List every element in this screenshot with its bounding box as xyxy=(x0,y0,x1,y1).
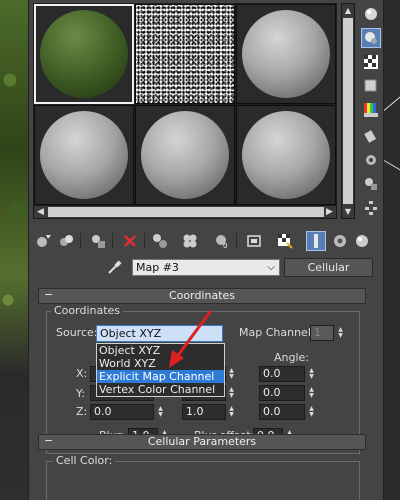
reset-map-icon[interactable] xyxy=(120,231,140,251)
toolbar-separator xyxy=(112,233,113,249)
video-color-check-icon[interactable] xyxy=(361,100,381,120)
put-to-library-icon[interactable] xyxy=(180,231,200,251)
material-map-navigator-icon[interactable] xyxy=(352,231,372,251)
offset-z-field[interactable]: 0.0 xyxy=(90,404,154,420)
collapse-icon[interactable]: − xyxy=(44,434,53,448)
material-navigator-icon[interactable] xyxy=(361,198,381,218)
show-in-viewport-icon[interactable] xyxy=(244,231,264,251)
rollout-header[interactable]: − Coordinates xyxy=(38,288,366,304)
angle-y-spinner[interactable]: ▲ ▼ xyxy=(307,385,316,401)
scroll-right-icon[interactable]: ▶ xyxy=(323,206,336,218)
material-sphere xyxy=(242,10,330,98)
scroll-up-icon[interactable]: ▲ xyxy=(342,4,354,17)
sample-slot-5[interactable] xyxy=(135,105,235,205)
rollout-title: Coordinates xyxy=(168,289,236,302)
cellular-rollout: − Cellular Parameters xyxy=(38,434,366,450)
show-end-result-icon[interactable] xyxy=(275,231,295,251)
rollout-header[interactable]: − Cellular Parameters xyxy=(38,434,366,450)
toolbar-separator xyxy=(236,233,237,249)
put-to-scene-icon[interactable] xyxy=(56,231,76,251)
get-material-icon[interactable] xyxy=(34,231,54,251)
chevron-down-icon[interactable]: ⌵ xyxy=(263,260,279,275)
map-type-button[interactable]: Cellular xyxy=(284,258,373,277)
sample-slot-3[interactable] xyxy=(236,4,336,104)
x-label: X: xyxy=(76,367,88,380)
collapse-icon[interactable]: − xyxy=(44,288,53,302)
angle-y-field[interactable]: 0.0 xyxy=(259,385,305,401)
group-title: Coordinates xyxy=(51,305,124,317)
sample-slot-6[interactable] xyxy=(236,105,336,205)
select-by-material-icon[interactable] xyxy=(361,174,381,194)
z-label: Z: xyxy=(76,405,88,418)
toolbar-separator xyxy=(144,233,145,249)
angle-x-spinner[interactable]: ▲ ▼ xyxy=(307,366,316,382)
angle-z-field[interactable]: 0.0 xyxy=(259,404,305,420)
map-channel-label: Map Channel: xyxy=(239,326,315,339)
sample-slot-1[interactable] xyxy=(34,4,134,104)
make-unique-icon[interactable] xyxy=(150,231,170,251)
material-sphere xyxy=(40,10,128,98)
go-to-parent-icon[interactable] xyxy=(306,231,326,251)
y-label: Y: xyxy=(76,387,85,400)
sample-slots-vscrollbar[interactable]: ▲ ▼ xyxy=(341,3,355,219)
tiling-y-spinner[interactable]: ▲ ▼ xyxy=(227,385,236,401)
rollout-title: Cellular Parameters xyxy=(147,435,257,448)
eyedropper-icon[interactable] xyxy=(107,259,123,275)
scroll-down-icon[interactable]: ▼ xyxy=(342,205,354,218)
sample-slot-4[interactable] xyxy=(34,105,134,205)
dropdown-option-highlighted[interactable]: Explicit Map Channel xyxy=(97,370,224,383)
angle-x-field[interactable]: 0.0 xyxy=(259,366,305,382)
offset-z-spinner[interactable]: ▲ ▼ xyxy=(156,404,165,420)
background-icon[interactable] xyxy=(361,52,381,72)
material-sphere xyxy=(40,111,128,199)
viewport-right-edge xyxy=(383,0,400,500)
scroll-thumb[interactable] xyxy=(343,18,353,204)
angle-z-spinner[interactable]: ▲ ▼ xyxy=(307,404,316,420)
map-channel-spinner[interactable]: ▲ ▼ xyxy=(336,325,345,341)
source-label: Source: xyxy=(56,326,98,339)
options-icon[interactable] xyxy=(361,150,381,170)
go-forward-icon[interactable] xyxy=(330,231,350,251)
material-sphere xyxy=(141,111,229,199)
dropdown-option[interactable]: Vertex Color Channel xyxy=(97,383,224,396)
viewport-left-edge xyxy=(0,0,28,500)
tiling-x-spinner[interactable]: ▲ ▼ xyxy=(227,366,236,382)
sample-type-icon[interactable] xyxy=(361,4,381,24)
map-channel-field: 1 xyxy=(310,325,334,341)
toolbar-separator xyxy=(80,233,81,249)
angle-label: Angle: xyxy=(274,351,310,364)
svg-text:0: 0 xyxy=(223,242,227,249)
tiling-z-field[interactable]: 1.0 xyxy=(182,404,226,420)
map-name-field[interactable]: Map #3 xyxy=(132,259,280,276)
scroll-left-icon[interactable]: ◀ xyxy=(34,206,47,218)
viewport-line xyxy=(383,160,400,176)
coordinates-rollout: − Coordinates xyxy=(38,288,366,304)
sample-slot-grid xyxy=(33,3,337,205)
viewport-line xyxy=(383,90,400,111)
backlight-icon[interactable] xyxy=(361,28,381,48)
sample-slots-hscrollbar[interactable]: ◀ ▶ xyxy=(33,205,337,219)
group-title: Cell Color: xyxy=(53,455,116,467)
assign-to-selection-icon[interactable] xyxy=(88,231,108,251)
make-preview-icon[interactable] xyxy=(361,126,381,146)
uv-tiling-icon[interactable] xyxy=(361,76,381,96)
scroll-thumb[interactable] xyxy=(48,207,324,217)
sample-slot-2[interactable] xyxy=(135,4,235,104)
tiling-z-spinner[interactable]: ▲ ▼ xyxy=(227,404,236,420)
material-id-channel-icon[interactable]: 0 xyxy=(212,231,232,251)
material-sphere xyxy=(242,111,330,199)
annotation-arrow-icon xyxy=(169,310,212,368)
